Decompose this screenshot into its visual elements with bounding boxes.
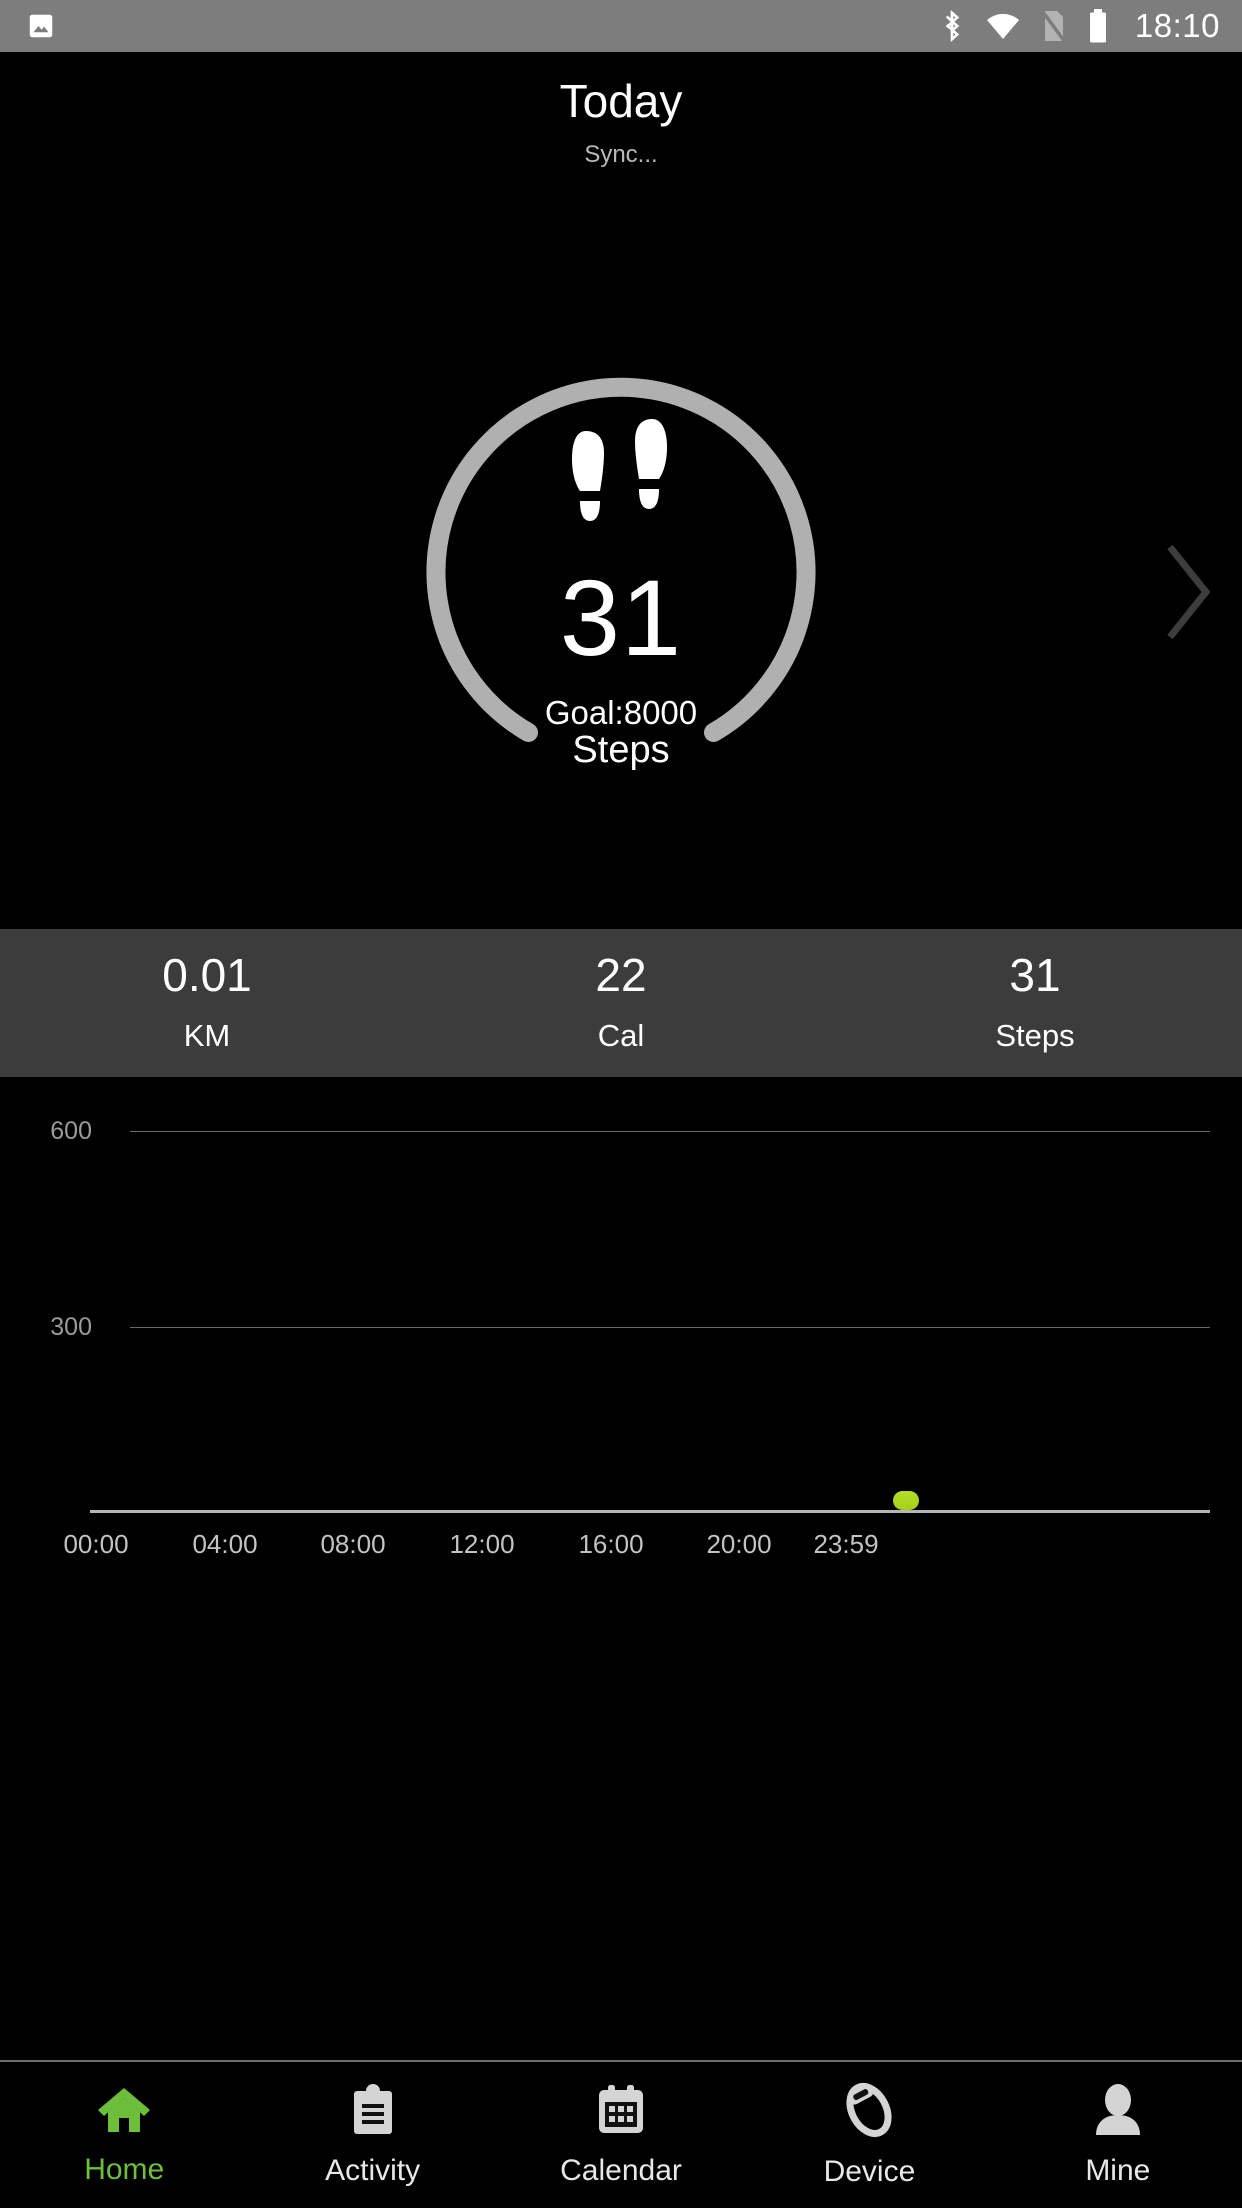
page-title: Today xyxy=(559,75,683,127)
stat-steps-label: Steps xyxy=(995,1018,1075,1054)
stat-steps-value: 31 xyxy=(1009,949,1061,1002)
chart-bar[interactable] xyxy=(893,1491,919,1511)
stat-steps[interactable]: 31 Steps xyxy=(828,952,1242,1054)
no-sim-icon xyxy=(1041,9,1067,43)
xtick-4: 16:00 xyxy=(578,1529,644,1560)
nav-item-home[interactable]: Home xyxy=(0,2084,248,2187)
clipboard-icon xyxy=(347,2083,399,2142)
xtick-0: 00:00 xyxy=(63,1529,129,1560)
gridline-300: 300 xyxy=(0,1313,1242,1342)
nav-item-device[interactable]: Device xyxy=(745,2082,993,2189)
image-icon xyxy=(26,11,56,41)
calendar-icon xyxy=(594,2083,648,2142)
status-bar-right: 18:10 xyxy=(939,7,1220,45)
steps-progress-ring[interactable]: 31 Goal:8000 xyxy=(421,375,821,775)
xtick-5: 20:00 xyxy=(706,1529,772,1560)
steps-hero: 31 Goal:8000 Steps xyxy=(0,169,1242,929)
gridline-600-rule xyxy=(130,1131,1210,1133)
chart-baseline-axis xyxy=(90,1510,1210,1514)
steps-goal: Goal:8000 xyxy=(544,694,698,732)
steps-value: 31 xyxy=(559,557,683,679)
stat-distance-label: KM xyxy=(183,1018,231,1054)
nav-label-home: Home xyxy=(84,2152,165,2186)
gridline-300-rule xyxy=(130,1327,1210,1329)
nav-label-device: Device xyxy=(823,2154,916,2188)
nav-label-calendar: Calendar xyxy=(560,2153,682,2187)
nav-item-activity[interactable]: Activity xyxy=(248,2083,496,2188)
nav-item-calendar[interactable]: Calendar xyxy=(497,2083,745,2188)
gridline-600: 600 xyxy=(0,1117,1242,1146)
nav-label-activity: Activity xyxy=(325,2153,421,2187)
page-header: Today Sync... xyxy=(0,52,1242,169)
next-card-chevron-right-icon[interactable] xyxy=(1158,537,1218,652)
status-bar-clock: 18:10 xyxy=(1134,7,1220,44)
stat-distance-value: 0.01 xyxy=(162,949,252,1002)
person-icon xyxy=(1092,2083,1144,2142)
footprints-icon xyxy=(566,413,676,538)
ytick-label-300: 300 xyxy=(50,1313,92,1342)
bottom-navigation-bar: Home Activity Calendar Device Mine xyxy=(0,2060,1242,2208)
chart-x-axis: 00:00 04:00 08:00 12:00 16:00 20:00 23:5… xyxy=(0,1529,1242,1569)
ring-center-content: 31 Goal:8000 xyxy=(421,375,821,775)
stat-distance[interactable]: 0.01 KM xyxy=(0,952,414,1054)
bluetooth-icon xyxy=(939,9,965,43)
wifi-icon xyxy=(985,11,1021,41)
xtick-2: 08:00 xyxy=(320,1529,386,1560)
summary-stats-bar: 0.01 KM 22 Cal 31 Steps xyxy=(0,929,1242,1078)
stat-calories-label: Cal xyxy=(597,1018,645,1054)
stat-calories[interactable]: 22 Cal xyxy=(414,952,828,1054)
steps-timeline-chart[interactable]: 600 300 00:00 04:00 08:00 12:00 16:00 20… xyxy=(0,1077,1242,1638)
wristband-icon xyxy=(840,2082,898,2143)
status-bar-left xyxy=(26,11,56,41)
xtick-3: 12:00 xyxy=(449,1529,515,1560)
nav-item-mine[interactable]: Mine xyxy=(994,2083,1242,2188)
stat-calories-value: 22 xyxy=(595,949,647,1002)
battery-icon xyxy=(1087,9,1109,43)
status-bar: 18:10 xyxy=(0,0,1242,52)
sync-status: Sync... xyxy=(584,141,658,169)
nav-label-mine: Mine xyxy=(1085,2153,1151,2187)
xtick-6: 23:59 xyxy=(813,1529,879,1560)
home-icon xyxy=(95,2084,153,2141)
ytick-label-600: 600 xyxy=(50,1117,92,1146)
xtick-1: 04:00 xyxy=(192,1529,258,1560)
steps-unit-label: Steps xyxy=(572,729,670,772)
